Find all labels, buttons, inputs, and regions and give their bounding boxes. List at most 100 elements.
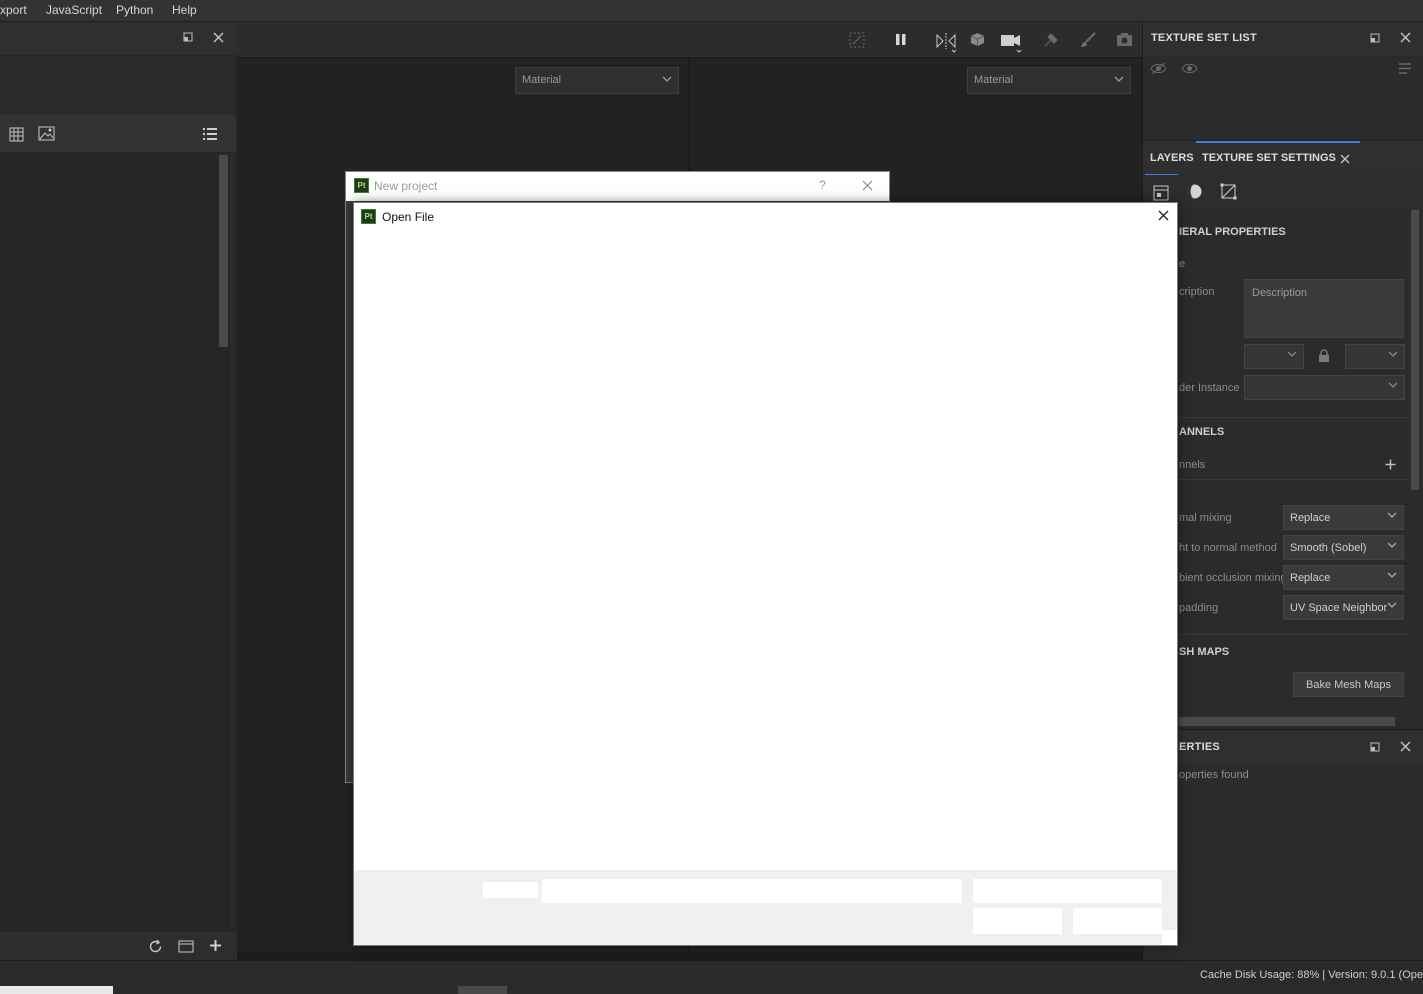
menu-help[interactable]: Help [172,3,197,17]
eye-icon[interactable] [1181,62,1198,75]
bake-icon[interactable] [1043,32,1059,48]
properties-empty-text: operties found [1179,769,1249,781]
description-field[interactable]: Description [1244,279,1404,338]
divider [1179,417,1410,418]
symmetry-icon[interactable] [935,31,957,53]
menu-bar: xport JavaScript Python Help [0,0,1423,22]
left-panel [0,22,236,960]
status-text: Cache Disk Usage: 88% | Version: 9.0.1 (… [1200,969,1423,981]
chevron-down-icon [1287,351,1297,358]
viewport-3d-channel-select[interactable]: Material [515,67,679,94]
file-type-select[interactable] [973,879,1162,903]
image-icon[interactable] [38,126,55,141]
ao-mixing-label: bient occlusion mixing [1179,572,1287,584]
chevron-down-icon [1387,512,1397,519]
viewport-2d-channel-select[interactable]: Material [967,67,1131,94]
add-icon[interactable] [209,939,222,952]
folder-icon[interactable] [178,939,194,953]
chevron-down-icon [1387,572,1397,579]
left-panel-footer [0,930,236,960]
screenshot-icon[interactable] [1116,32,1133,47]
general-properties-title: IERAL PROPERTIES [1179,226,1286,238]
viewport-2d-channel-value: Material [974,74,1014,86]
asset-list[interactable] [0,154,230,930]
brush-icon[interactable] [1080,32,1096,48]
hide-icon[interactable] [1150,62,1167,75]
resolution-select[interactable] [1244,344,1304,369]
close-icon[interactable] [213,32,224,43]
divider [1179,479,1410,480]
close-icon[interactable] [1158,210,1169,221]
material-sphere-icon[interactable] [1186,183,1203,200]
tab-layers[interactable]: LAYERS [1150,152,1194,164]
channels-title: ANNELS [1179,426,1225,438]
list-view-icon[interactable] [202,127,218,141]
selection-icon[interactable] [849,32,865,48]
maximize-icon[interactable] [1370,742,1380,752]
height-normal-select[interactable]: Smooth (Sobel) [1283,535,1404,560]
texture-set-icon[interactable] [1153,184,1169,201]
add-channel-icon[interactable] [1385,459,1396,470]
description-placeholder: Description [1252,287,1308,299]
name-label: e [1179,258,1186,270]
cube-icon[interactable] [970,32,985,47]
ao-mixing-select[interactable]: Replace [1283,565,1404,590]
left-panel-toolbar [0,115,236,153]
menu-export[interactable]: xport [0,3,27,17]
cancel-button[interactable] [1073,908,1162,934]
normal-mixing-value: Replace [1290,512,1331,524]
file-name-input[interactable] [542,879,962,903]
settings-scrollbar[interactable] [1411,210,1419,490]
file-browser-area[interactable] [354,233,1177,870]
scrollbar[interactable] [219,155,228,347]
close-icon[interactable] [862,180,873,191]
app-logo-icon: Pt [361,209,376,224]
maximize-icon[interactable] [1370,33,1380,43]
bake-mesh-maps-button[interactable]: Bake Mesh Maps [1293,672,1404,697]
channels-label: nnels [1179,459,1206,471]
app-logo-icon: Pt [354,178,369,193]
file-name-label [483,882,538,898]
chevron-down-icon [1387,542,1397,549]
resize-grip[interactable] [1162,930,1177,945]
open-file-footer [354,870,1177,945]
lock-icon[interactable] [1318,349,1330,363]
uv-transform-icon[interactable] [1220,183,1237,200]
mesh-maps-title: SH MAPS [1179,646,1230,658]
viewport-3d-channel-value: Material [522,74,562,86]
menu-icon[interactable] [1398,62,1412,75]
chevron-down-icon [1388,382,1398,389]
close-icon[interactable] [1400,741,1411,752]
close-tab-icon[interactable] [1340,154,1350,164]
settings-hscrollbar[interactable] [1179,717,1395,726]
normal-mixing-select[interactable]: Replace [1283,505,1404,530]
open-file-dialog: Pt Open File [353,202,1178,946]
height-normal-label: ht to normal method [1179,542,1277,554]
texture-set-list-title: TEXTURE SET LIST [1151,32,1257,44]
properties-title: ERTIES [1179,741,1220,753]
tab-texture-set-settings[interactable]: TEXTURE SET SETTINGS [1202,152,1336,164]
camera-icon[interactable] [1000,32,1024,54]
viewport-bottom-bar [237,952,1142,960]
menu-python[interactable]: Python [116,3,153,17]
maximize-icon[interactable] [183,32,193,42]
padding-select[interactable]: UV Space Neighbor [1283,595,1404,620]
status-bar: Cache Disk Usage: 88% | Version: 9.0.1 (… [0,960,1423,994]
shader-instance-label: der Instance [1179,382,1240,394]
divider [1179,634,1410,635]
resolution-height-select[interactable] [1345,344,1405,369]
new-project-title: New project [374,179,438,193]
pause-icon[interactable] [895,33,907,46]
grid-view-icon[interactable] [9,127,24,142]
open-button[interactable] [973,908,1062,934]
height-normal-value: Smooth (Sobel) [1290,542,1367,554]
help-button[interactable]: ? [819,178,826,192]
refresh-icon[interactable] [148,939,163,954]
chevron-down-icon [1388,351,1398,358]
close-icon[interactable] [1400,32,1411,43]
viewport-toolbar [237,22,1142,58]
right-panel: TEXTURE SET LIST LAYERS TEXTURE SET SETT… [1142,22,1423,960]
menu-javascript[interactable]: JavaScript [46,3,102,17]
shader-instance-select[interactable] [1244,375,1405,400]
chevron-down-icon [1114,76,1124,83]
